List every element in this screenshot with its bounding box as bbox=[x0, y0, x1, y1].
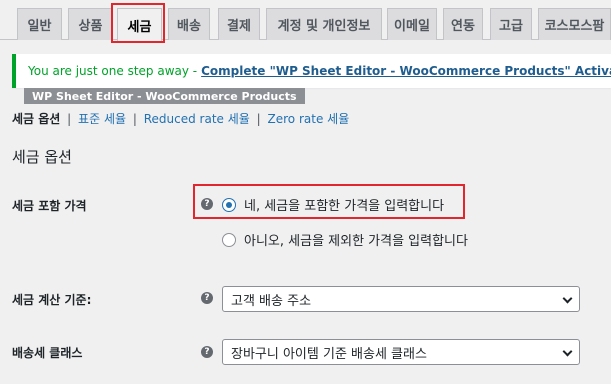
section-title: 세금 옵션 bbox=[12, 148, 72, 166]
tab-tax[interactable]: 세금 bbox=[117, 8, 162, 41]
subnav-separator: | bbox=[256, 112, 261, 126]
tab-payments[interactable]: 결제 bbox=[218, 8, 260, 40]
help-icon[interactable]: ? bbox=[201, 198, 213, 210]
tab-shipping[interactable]: 배송 bbox=[168, 8, 210, 40]
tab-products[interactable]: 상품 bbox=[68, 8, 113, 40]
radio-option-include-tax[interactable]: 네, 세금을 포함한 가격을 입력합니다 bbox=[222, 195, 444, 214]
subnav-zero-rates[interactable]: Zero rate 세율 bbox=[268, 112, 350, 126]
subnav-standard-rates[interactable]: 표준 세율 bbox=[78, 112, 126, 126]
tab-cosmosfarm[interactable]: 코스모스팜 bbox=[538, 8, 611, 40]
notice-text: You are just one step away - bbox=[28, 64, 198, 78]
chevron-down-icon bbox=[562, 346, 573, 357]
shipping-tax-class-value: 장바구니 아이템 기준 배송세 클래스 bbox=[231, 346, 427, 362]
subnav-separator: | bbox=[132, 112, 137, 126]
tax-based-on-value: 고객 배송 주소 bbox=[231, 293, 312, 309]
plugin-tag: WP Sheet Editor - WooCommerce Products bbox=[24, 88, 305, 104]
radio-label-include-tax: 네, 세금을 포함한 가격을 입력합니다 bbox=[244, 199, 445, 214]
tab-advanced[interactable]: 고급 bbox=[490, 8, 532, 40]
subnav-separator: | bbox=[67, 112, 72, 126]
subnav-reduced-rates[interactable]: Reduced rate 세율 bbox=[144, 112, 250, 126]
settings-page: 일반 상품 세금 배송 결제 계정 및 개인정보 이메일 연동 고급 코스모스팜… bbox=[0, 0, 611, 384]
radio-option-exclude-tax[interactable]: 아니오, 세금을 제외한 가격을 입력합니다 bbox=[222, 230, 468, 249]
shipping-tax-class-select[interactable]: 장바구니 아이템 기준 배송세 클래스 bbox=[222, 339, 580, 365]
tax-based-on-select[interactable]: 고객 배송 주소 bbox=[222, 286, 580, 312]
shipping-tax-class-label: 배송세 클래스 bbox=[12, 346, 83, 360]
tab-accounts-privacy[interactable]: 계정 및 개인정보 bbox=[266, 8, 382, 40]
tab-integration[interactable]: 연동 bbox=[443, 8, 483, 40]
prices-include-tax-label: 세금 포함 가격 bbox=[12, 199, 87, 213]
radio-label-exclude-tax: 아니오, 세금을 제외한 가격을 입력합니다 bbox=[244, 234, 468, 249]
subnav-tax-options[interactable]: 세금 옵션 bbox=[12, 112, 60, 126]
tab-emails[interactable]: 이메일 bbox=[387, 8, 437, 40]
tax-based-on-label: 세금 계산 기준: bbox=[12, 293, 92, 307]
help-icon[interactable]: ? bbox=[201, 292, 213, 304]
tab-general[interactable]: 일반 bbox=[17, 8, 62, 40]
help-icon[interactable]: ? bbox=[201, 346, 213, 358]
radio-checked-icon[interactable] bbox=[222, 197, 236, 212]
radio-unchecked-icon[interactable] bbox=[222, 232, 236, 247]
tax-subnav: 세금 옵션 | 표준 세율 | Reduced rate 세율 | Zero r… bbox=[12, 110, 349, 127]
activation-link[interactable]: Complete "WP Sheet Editor - WooCommerce … bbox=[201, 64, 611, 78]
activation-notice: You are just one step away - Complete "W… bbox=[12, 54, 611, 88]
settings-tabs: 일반 상품 세금 배송 결제 계정 및 개인정보 이메일 연동 고급 코스모스팜 bbox=[0, 0, 611, 41]
chevron-down-icon bbox=[562, 293, 573, 304]
